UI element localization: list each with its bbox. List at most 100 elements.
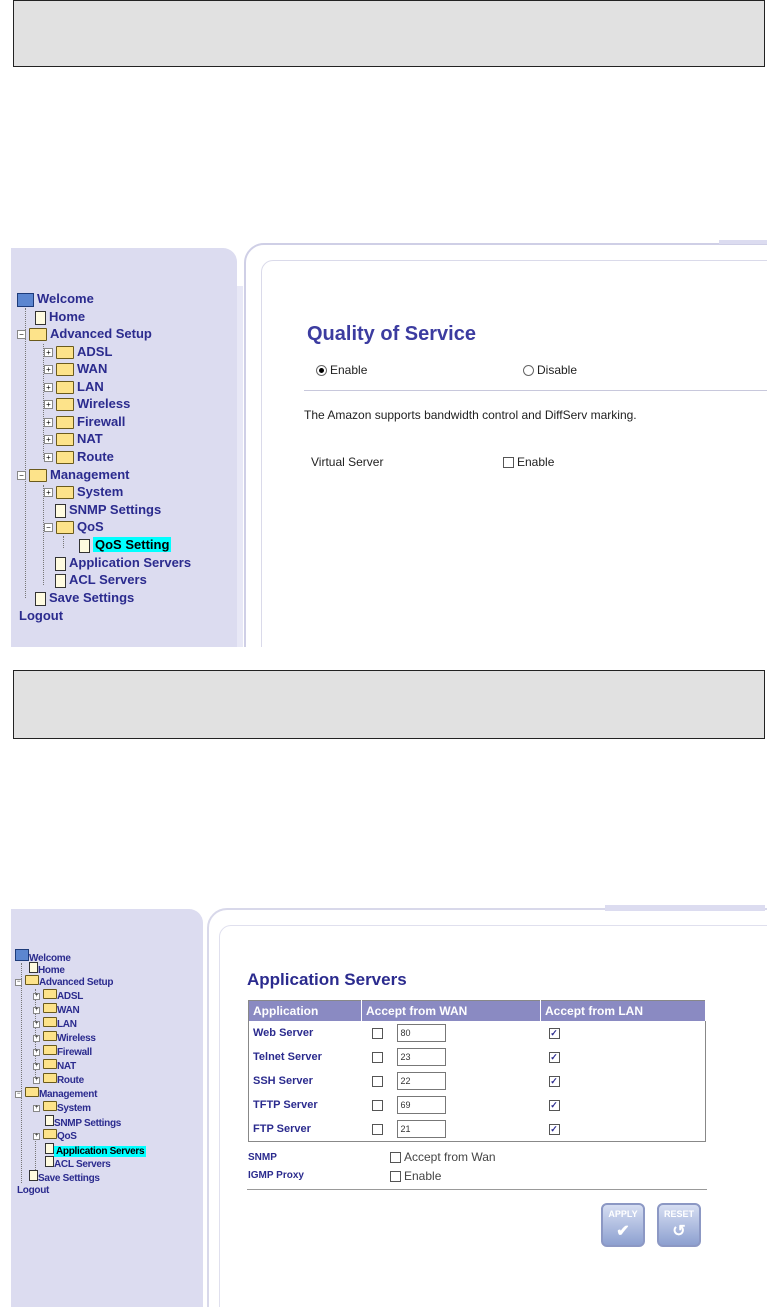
expand-icon[interactable]: + bbox=[44, 435, 53, 445]
collapse-icon[interactable]: − bbox=[15, 1090, 22, 1098]
expand-icon[interactable]: + bbox=[33, 1076, 40, 1084]
expand-icon[interactable]: + bbox=[44, 418, 53, 428]
nav-home[interactable]: Home bbox=[29, 962, 65, 976]
expand-icon[interactable]: + bbox=[44, 348, 53, 358]
nav-wireless[interactable]: + Wireless bbox=[44, 395, 130, 412]
nav-qos[interactable]: − QoS bbox=[44, 518, 104, 535]
nav-application-servers[interactable]: Application Servers bbox=[55, 554, 191, 571]
page-icon bbox=[79, 538, 90, 553]
expand-icon[interactable]: + bbox=[33, 1132, 40, 1140]
lan-checkbox[interactable]: ✓ bbox=[548, 1027, 560, 1039]
nav-system[interactable]: + System bbox=[44, 483, 123, 500]
port-input[interactable]: 69 bbox=[396, 1096, 446, 1114]
expand-icon[interactable]: + bbox=[33, 1048, 40, 1056]
nav-qos-setting[interactable]: QoS Setting bbox=[79, 536, 172, 553]
nav-route[interactable]: + Route bbox=[33, 1073, 84, 1086]
nav-system[interactable]: + System bbox=[33, 1101, 91, 1114]
nav-label: Home bbox=[49, 309, 86, 324]
nav-nat[interactable]: + NAT bbox=[33, 1059, 76, 1072]
nav-welcome[interactable]: Welcome bbox=[15, 949, 71, 964]
nav-wan[interactable]: + WAN bbox=[44, 360, 107, 377]
table-row: TFTP Server 69 ✓ bbox=[249, 1093, 706, 1117]
checkbox-icon[interactable] bbox=[503, 457, 514, 469]
nav-logout[interactable]: Logout bbox=[17, 1184, 49, 1197]
expand-icon[interactable]: + bbox=[33, 1034, 40, 1042]
nav-label: System bbox=[77, 484, 124, 499]
collapse-icon[interactable]: − bbox=[17, 330, 26, 340]
wan-checkbox[interactable] bbox=[371, 1099, 383, 1111]
nav-management[interactable]: − Management bbox=[15, 1087, 97, 1100]
nav-save-settings[interactable]: Save Settings bbox=[29, 1170, 100, 1184]
port-input[interactable]: 80 bbox=[396, 1024, 446, 1042]
nav-label: Logout bbox=[19, 608, 64, 623]
igmp-proxy-enable[interactable]: Enable bbox=[390, 1169, 441, 1183]
disable-radio[interactable]: Disable bbox=[523, 363, 577, 377]
nav-management[interactable]: − Management bbox=[17, 466, 129, 483]
wan-checkbox[interactable] bbox=[371, 1027, 383, 1039]
expand-icon[interactable]: + bbox=[33, 1104, 40, 1112]
application-name: TFTP Server bbox=[253, 1099, 318, 1111]
virtual-server-enable[interactable]: Enable bbox=[503, 455, 554, 469]
lan-checkbox[interactable]: ✓ bbox=[548, 1075, 560, 1087]
nav-advanced-setup[interactable]: − Advanced Setup bbox=[15, 975, 113, 988]
page-icon bbox=[35, 591, 46, 606]
nav-advanced-setup[interactable]: − Advanced Setup bbox=[17, 325, 152, 342]
collapse-icon[interactable]: − bbox=[15, 978, 22, 986]
nav-wan[interactable]: + WAN bbox=[33, 1003, 80, 1016]
nav-home[interactable]: Home bbox=[35, 308, 85, 325]
radio-icon[interactable] bbox=[523, 365, 534, 377]
expand-icon[interactable]: + bbox=[33, 1020, 40, 1028]
lan-checkbox[interactable]: ✓ bbox=[548, 1123, 560, 1135]
reset-button[interactable]: RESET ↺ bbox=[657, 1203, 701, 1247]
expand-icon[interactable]: + bbox=[44, 400, 53, 410]
port-input[interactable]: 21 bbox=[396, 1120, 446, 1138]
nav-snmp-settings[interactable]: SNMP Settings bbox=[55, 501, 161, 518]
virtual-server-label: Virtual Server bbox=[311, 455, 384, 469]
checkbox-icon[interactable] bbox=[390, 1152, 401, 1164]
nav-lan[interactable]: + LAN bbox=[44, 378, 104, 395]
nav-wireless[interactable]: + Wireless bbox=[33, 1031, 96, 1044]
expand-icon[interactable]: + bbox=[44, 365, 53, 375]
folder-icon bbox=[43, 1101, 57, 1111]
expand-icon[interactable]: + bbox=[33, 992, 40, 1000]
expand-icon[interactable]: + bbox=[44, 488, 53, 498]
accept-from-wan-cell: 22 bbox=[362, 1069, 541, 1093]
lan-checkbox[interactable]: ✓ bbox=[548, 1051, 560, 1063]
expand-icon[interactable]: + bbox=[33, 1062, 40, 1070]
expand-icon[interactable]: + bbox=[44, 453, 53, 463]
snmp-accept-from-wan[interactable]: Accept from Wan bbox=[390, 1150, 496, 1164]
enable-radio[interactable]: Enable bbox=[316, 363, 367, 377]
radio-selected-icon[interactable] bbox=[316, 365, 327, 377]
wan-checkbox[interactable] bbox=[371, 1123, 383, 1135]
nav-application-servers[interactable]: Application Servers bbox=[45, 1143, 147, 1157]
folder-icon bbox=[43, 1059, 57, 1069]
nav-adsl[interactable]: + ADSL bbox=[33, 989, 83, 1002]
nav-acl-servers[interactable]: ACL Servers bbox=[55, 571, 147, 588]
nav-route[interactable]: + Route bbox=[44, 448, 114, 465]
nav-firewall[interactable]: + Firewall bbox=[33, 1045, 92, 1058]
nav-lan[interactable]: + LAN bbox=[33, 1017, 77, 1030]
nav-save-settings[interactable]: Save Settings bbox=[35, 589, 134, 606]
port-input[interactable]: 22 bbox=[396, 1072, 446, 1090]
nav-logout[interactable]: Logout bbox=[19, 607, 63, 624]
collapse-icon[interactable]: − bbox=[44, 523, 53, 533]
nav-welcome[interactable]: Welcome bbox=[17, 290, 94, 307]
checkbox-icon[interactable] bbox=[390, 1171, 401, 1183]
expand-icon[interactable]: + bbox=[44, 383, 53, 393]
nav-firewall[interactable]: + Firewall bbox=[44, 413, 125, 430]
expand-icon[interactable]: + bbox=[33, 1006, 40, 1014]
nav-qos[interactable]: + QoS bbox=[33, 1129, 77, 1142]
nav-adsl[interactable]: + ADSL bbox=[44, 343, 112, 360]
collapse-icon[interactable]: − bbox=[17, 471, 26, 481]
table-row: FTP Server 21 ✓ bbox=[249, 1117, 706, 1142]
lan-checkbox[interactable]: ✓ bbox=[548, 1099, 560, 1111]
wan-checkbox[interactable] bbox=[371, 1075, 383, 1087]
nav-snmp-settings[interactable]: SNMP Settings bbox=[45, 1115, 121, 1129]
wan-checkbox[interactable] bbox=[371, 1051, 383, 1063]
nav-label: Application Servers bbox=[69, 555, 192, 570]
application-servers-screenshot: Welcome Home − Advanced Setup + ADSL + WAN … bbox=[11, 905, 767, 1307]
port-input[interactable]: 23 bbox=[396, 1048, 446, 1066]
nav-acl-servers[interactable]: ACL Servers bbox=[45, 1156, 111, 1170]
apply-button[interactable]: APPLY ✔ bbox=[601, 1203, 645, 1247]
nav-nat[interactable]: + NAT bbox=[44, 430, 103, 447]
